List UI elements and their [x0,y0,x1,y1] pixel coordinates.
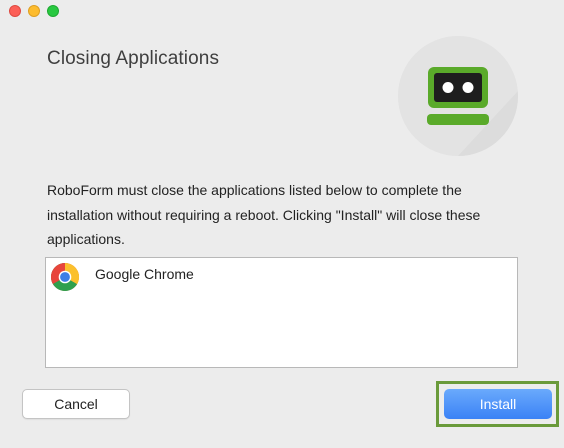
cancel-button[interactable]: Cancel [22,389,130,419]
minimize-window-button[interactable] [28,5,40,17]
installer-window: Closing Applications RoboForm must close… [0,0,564,448]
install-button[interactable]: Install [444,389,552,419]
window-controls [9,5,59,17]
dialog-title: Closing Applications [47,48,220,69]
chrome-icon [51,263,79,291]
applications-list[interactable]: Google Chrome [45,257,518,368]
zoom-window-button[interactable] [47,5,59,17]
roboform-logo [398,36,518,156]
close-window-button[interactable] [9,5,21,17]
roboform-robot-icon [398,36,518,156]
dialog-message: RoboForm must close the applications lis… [47,182,481,247]
list-item[interactable]: Google Chrome [50,262,194,292]
app-name: Google Chrome [95,266,194,282]
